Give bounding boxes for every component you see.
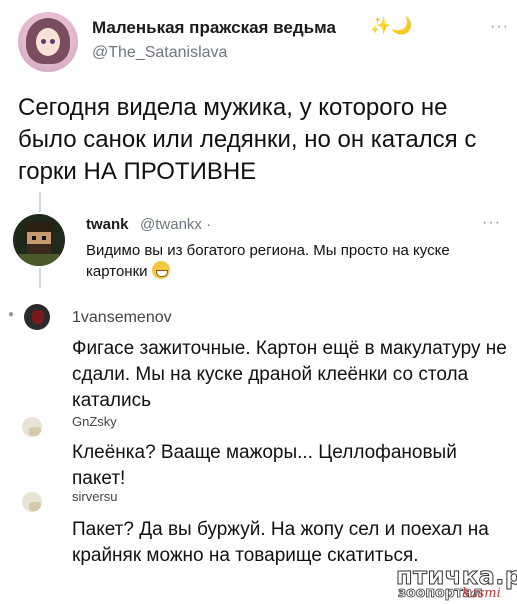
comment-author-name[interactable]: 1vansemenov <box>72 309 172 327</box>
watermark-signature: kasmi <box>462 586 501 601</box>
thread-line <box>39 268 41 288</box>
comment-author-name[interactable]: GnZsky <box>72 414 117 429</box>
thread-line <box>39 192 41 212</box>
author-name[interactable]: Маленькая пражская ведьма <box>92 18 336 38</box>
comment-avatar[interactable] <box>22 417 42 437</box>
comment-author-name[interactable]: sirversu <box>72 489 118 504</box>
reply-more-options-icon[interactable]: ··· <box>482 214 501 232</box>
tweet-header: Маленькая пражская ведьма ✨🌙 @The_Satani… <box>18 12 508 76</box>
site-watermark: птичка.ру зоопортал kasmi <box>386 562 517 602</box>
comment-avatar[interactable] <box>22 492 42 512</box>
comment-avatar[interactable] <box>24 304 50 330</box>
author-avatar[interactable] <box>18 12 78 72</box>
avatar-eye <box>41 39 46 44</box>
comment-text: Фигасе зажиточные. Картон ещё в макулату… <box>72 338 507 411</box>
avatar-face <box>36 28 60 56</box>
pixel-eye <box>42 236 46 240</box>
more-options-icon[interactable]: ··· <box>490 18 509 36</box>
tweet-text: Сегодня видела мужика, у которого не был… <box>18 94 477 185</box>
reply-text: Видимо вы из богатого региона. Мы просто… <box>86 240 506 282</box>
comment-text: Клеёнка? Вааще мажоры... Целлофановый па… <box>72 442 457 489</box>
avatar-eye <box>50 39 55 44</box>
sparkles-moon-icon: ✨🌙 <box>370 16 413 35</box>
bullet-icon: ● <box>8 309 15 320</box>
pixel-beard <box>27 244 51 254</box>
pixel-body <box>19 254 59 266</box>
reply-author-handle[interactable]: @twankx · <box>140 216 211 233</box>
pixel-eye <box>32 236 36 240</box>
reply-text-body: Видимо вы из богатого региона. Мы просто… <box>86 242 450 280</box>
reply-author-name[interactable]: twank <box>86 216 129 233</box>
grinning-face-icon <box>151 261 170 279</box>
author-handle[interactable]: @The_Satanislava <box>92 44 227 62</box>
reply-avatar[interactable] <box>13 214 65 266</box>
